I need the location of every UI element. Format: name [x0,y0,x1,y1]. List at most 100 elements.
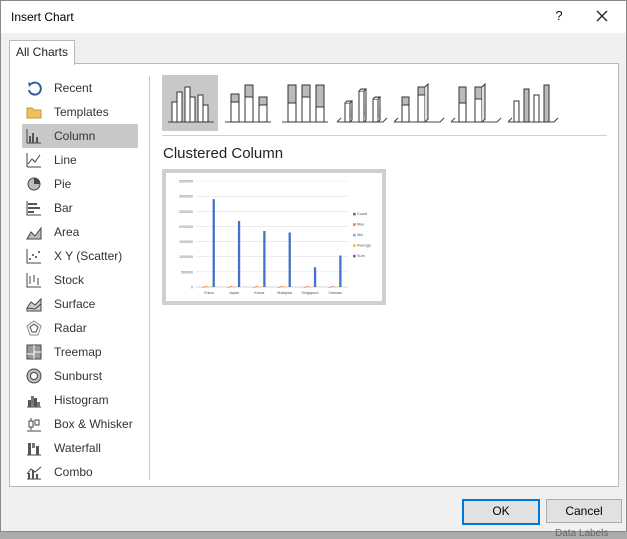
bar-count [278,286,281,288]
bar-sum [313,267,317,287]
help-button[interactable]: ? [549,6,569,26]
legend-swatch [353,244,356,247]
legend-label: Average [357,244,371,248]
sidebar-item-label: Waterfall [54,441,101,455]
bar-sum [237,220,241,287]
x-tick-label: Vietnam [328,291,342,295]
legend-swatch [353,223,356,226]
sidebar-item-area[interactable]: Area [22,220,138,244]
treemap-chart-icon [26,344,42,360]
sidebar-item-label: Recent [54,81,93,95]
sidebar-item-column[interactable]: Column [22,124,138,148]
sidebar-item-bar[interactable]: Bar [22,196,138,220]
stock-chart-icon [26,272,42,288]
x-tick-label: Malaysia [277,291,293,295]
bar-max [204,286,208,287]
ok-button[interactable]: OK [462,499,540,525]
y-tick-label: 3500000 [179,180,193,184]
area-chart-icon [26,224,42,240]
legend-swatch [353,254,356,258]
x-tick-label: China [204,291,215,295]
sidebar-item-x-y-scatter[interactable]: X Y (Scatter) [22,244,138,268]
tab-all-charts[interactable]: All Charts [9,40,75,65]
bar-min [232,286,235,288]
sidebar-item-label: Line [54,153,77,167]
sidebar-item-label: Area [54,225,80,239]
y-tick-label: 3000000 [179,195,193,199]
sidebar-item-label: X Y (Scatter) [54,249,123,263]
sidebar-item-recent[interactable]: Recent [22,76,138,100]
x-tick-label: Korea [254,291,265,295]
histogram-chart-icon [26,392,42,408]
dialog-title: Insert Chart [11,10,74,24]
sidebar-item-line[interactable]: Line [22,148,138,172]
sidebar-item-stock[interactable]: Stock [22,268,138,292]
legend-swatch [353,212,356,216]
sidebar-item-label: Combo [54,465,93,479]
close-button[interactable] [591,6,613,26]
sidebar-item-label: Radar [54,321,87,335]
legend-label: Count [357,212,368,216]
bar-count [252,286,256,288]
chart-preview[interactable]: 3500000 3000000 2500000 2000000 1500000 10000… [162,169,386,305]
surface-chart-icon [26,296,42,312]
legend-label: Max [357,223,364,227]
sidebar-item-label: Sunburst [54,369,103,383]
bar-min [308,286,311,288]
sidebar-item-sunburst[interactable]: Sunburst [22,364,138,388]
subtype-3-d-stacked-column[interactable] [390,75,446,131]
bar-chart-icon [26,200,42,216]
sidebar-item-pie[interactable]: Pie [22,172,138,196]
chart-panel: Recent Templates Column Line Pie Bar Area X Y (… [9,63,619,487]
waterfall-chart-icon [26,440,42,456]
y-tick-label: 0 [191,286,193,290]
combo-chart-icon [26,464,42,480]
sidebar-item-label: Pie [54,177,72,191]
bar-max [331,286,334,287]
sidebar-item-treemap[interactable]: Treemap [22,340,138,364]
folder-icon [26,104,42,120]
close-icon [596,10,608,22]
sidebar-item-surface[interactable]: Surface [22,292,138,316]
sidebar-item-label: Templates [54,105,109,119]
preview-chart: 3500000 3000000 2500000 2000000 1500000 10000… [179,180,371,296]
sidebar-item-histogram[interactable]: Histogram [22,388,138,412]
y-tick-label: 1000000 [179,255,193,259]
chart-preview-canvas: 3500000 3000000 2500000 2000000 1500000 10000… [166,173,382,301]
cancel-button[interactable]: Cancel [546,499,622,523]
subtype-100-stacked-column[interactable] [276,75,332,131]
bar-min [258,286,261,288]
bar-sum [212,199,215,287]
sidebar-item-label: Box & Whisker [54,417,133,431]
panel-divider [149,76,150,480]
recent-icon [26,80,42,96]
subtype-clustered-column[interactable] [162,75,218,131]
x-tick-label: Japan [229,291,239,295]
bar-average [285,286,289,288]
sidebar-item-waterfall[interactable]: Waterfall [22,436,138,460]
legend-label: Sum [357,254,365,258]
bar-count [202,286,205,288]
sidebar-item-label: Histogram [54,393,109,407]
gallery-divider [162,135,607,136]
bar-average [336,286,339,288]
sidebar-item-combo[interactable]: Combo [22,460,138,484]
box-whisker-chart-icon [26,416,42,432]
scatter-chart-icon [26,248,42,264]
subtype-3-d-100-stacked-column[interactable] [447,75,503,131]
sidebar-item-label: Treemap [54,345,102,359]
title-bar: Insert Chart ? [1,1,626,33]
insert-chart-dialog: Insert Chart ? All Charts Recent Template… [0,0,627,532]
sidebar-item-box-whisker[interactable]: Box & Whisker [22,412,138,436]
sidebar-item-templates[interactable]: Templates [22,100,138,124]
bar-min [283,286,286,288]
sidebar-item-label: Surface [54,297,96,311]
sidebar-item-radar[interactable]: Radar [22,316,138,340]
radar-chart-icon [26,320,42,336]
bar-sum [263,230,266,287]
subtype-3-d-clustered-column[interactable] [333,75,389,131]
bar-max [280,286,284,287]
subtype-stacked-column[interactable] [219,75,275,131]
subtype-3-d-column[interactable] [504,75,560,131]
bar-average [235,286,238,288]
